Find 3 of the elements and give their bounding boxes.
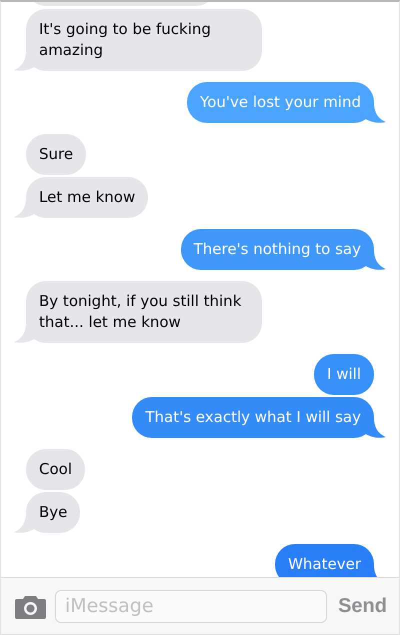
send-button[interactable]: Send xyxy=(336,594,387,618)
message-input-field[interactable]: iMessage xyxy=(55,590,328,622)
camera-icon[interactable] xyxy=(15,594,46,618)
